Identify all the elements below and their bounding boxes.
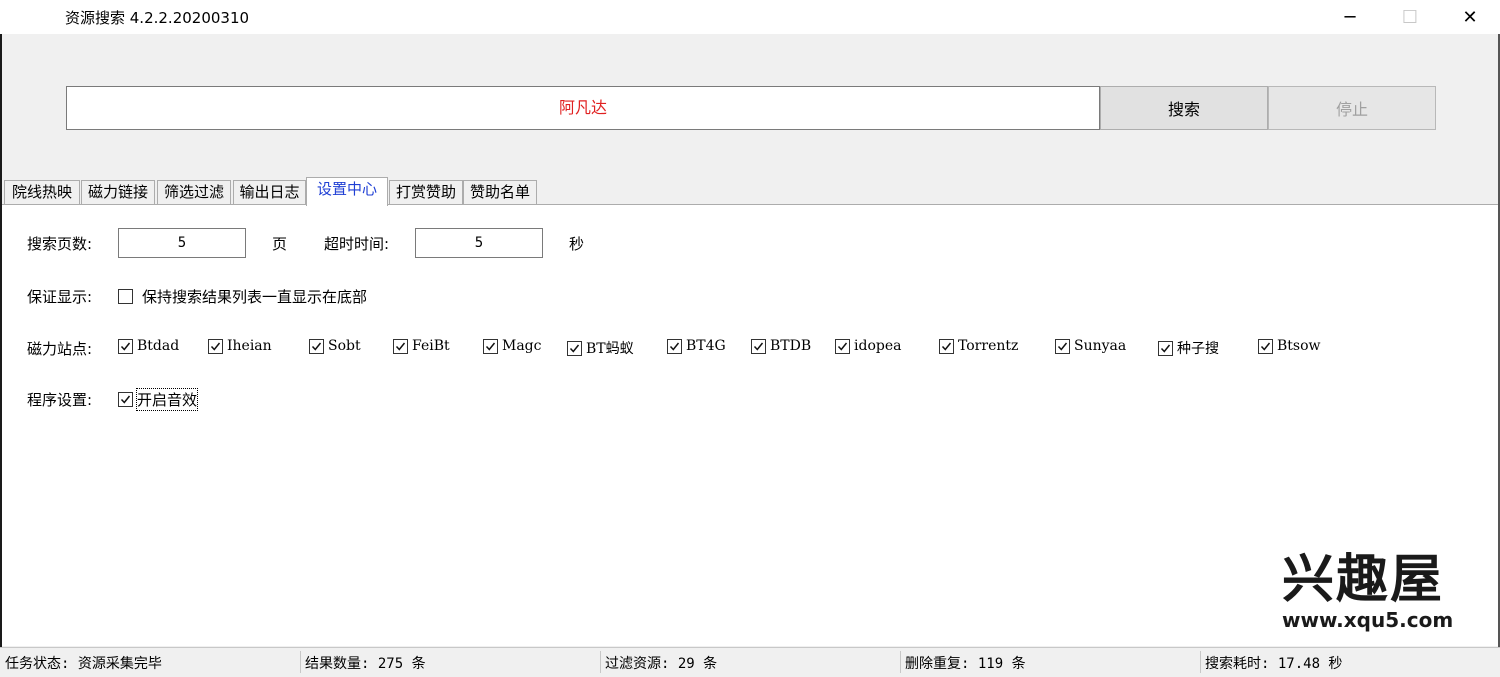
tab-5[interactable]: 设置中心	[306, 177, 388, 206]
checkbox-box	[939, 338, 954, 354]
checkbox-box	[835, 338, 850, 354]
status-task: 任务状态: 资源采集完毕	[5, 656, 162, 672]
status-filtered: 过滤资源: 29 条	[605, 656, 718, 672]
site-checkbox[interactable]: Sunyaa	[1055, 338, 1126, 354]
maximize-icon: ☐	[1401, 6, 1419, 28]
checkbox-box	[667, 338, 682, 354]
status-separator	[900, 651, 901, 673]
checkbox-box	[751, 338, 766, 354]
timeout-input[interactable]: 5	[415, 228, 543, 258]
sound-label: 开启音效	[135, 388, 199, 411]
status-separator	[1200, 651, 1201, 673]
checkbox-box	[393, 338, 408, 354]
status-separator	[600, 651, 601, 673]
minimize-icon: ─	[1344, 6, 1356, 28]
status-duplicates: 删除重复: 119 条	[905, 656, 1026, 672]
site-checkbox[interactable]: BT4G	[667, 338, 726, 354]
site-checkbox[interactable]: FeiBt	[393, 338, 450, 354]
site-checkbox[interactable]: BTDB	[751, 338, 811, 354]
status-separator	[300, 651, 301, 673]
tab-label: 赞助名单	[469, 183, 530, 201]
tab-6[interactable]: 打赏赞助	[389, 180, 463, 205]
checkbox-box	[309, 338, 324, 354]
site-label: BTDB	[770, 338, 812, 354]
tab-3[interactable]: 筛选过滤	[157, 180, 231, 205]
status-elapsed: 搜索耗时: 17.48 秒	[1205, 656, 1343, 672]
tab-label: 筛选过滤	[163, 183, 224, 201]
site-label: Btdad	[137, 338, 180, 354]
checkbox-box	[118, 338, 133, 354]
checkbox-box	[118, 392, 133, 407]
tab-label: 输出日志	[239, 183, 300, 201]
site-checkbox[interactable]: Btsow	[1258, 338, 1321, 354]
sound-checkbox[interactable]: 开启音效	[118, 388, 199, 411]
pages-input[interactable]: 5	[118, 228, 246, 258]
checkbox-box	[483, 338, 498, 354]
pages-label: 搜索页数:	[27, 235, 93, 253]
timeout-unit: 秒	[569, 235, 585, 253]
stop-button[interactable]: 停止	[1268, 86, 1436, 130]
tab-label: 设置中心	[316, 180, 377, 198]
keep-results-label: 保持搜索结果列表一直显示在底部	[142, 288, 368, 306]
site-label: BT蚂蚁	[586, 341, 634, 357]
sites-label: 磁力站点:	[27, 340, 93, 358]
tab-1[interactable]: 院线热映	[4, 180, 80, 205]
tab-4[interactable]: 输出日志	[233, 180, 306, 205]
tab-label: 院线热映	[11, 183, 72, 201]
pages-unit: 页	[272, 235, 288, 253]
site-checkbox[interactable]: BT蚂蚁	[567, 338, 634, 358]
site-label: 种子搜	[1177, 341, 1219, 357]
watermark: 兴趣屋 www.xqu5.com	[1282, 550, 1462, 632]
tab-label: 打赏赞助	[395, 183, 456, 201]
checkbox-box	[1055, 338, 1070, 354]
status-results: 结果数量: 275 条	[305, 656, 426, 672]
watermark-url: www.xqu5.com	[1282, 608, 1454, 632]
site-checkbox[interactable]: 种子搜	[1158, 338, 1219, 358]
watermark-logo: 兴趣屋	[1282, 550, 1445, 610]
checkbox-box	[208, 338, 223, 354]
tab-2[interactable]: 磁力链接	[81, 180, 155, 205]
site-label: idopea	[854, 338, 902, 354]
timeout-label: 超时时间:	[324, 235, 390, 253]
settings-panel: 搜索页数: 5 页 超时时间: 5 秒 保证显示: 保持搜索结果列表一直显示在底…	[2, 205, 1498, 646]
close-icon: ✕	[1462, 6, 1478, 28]
status-bar: 任务状态: 资源采集完毕 结果数量: 275 条 过滤资源: 29 条 删除重复…	[0, 647, 1500, 677]
site-checkbox[interactable]: Torrentz	[939, 338, 1018, 354]
title-bar: 资源搜索 4.2.2.20200310 ─ ☐ ✕	[0, 0, 1500, 34]
site-label: Btsow	[1277, 338, 1321, 354]
site-checkbox[interactable]: idopea	[835, 338, 901, 354]
site-checkbox[interactable]: Sobt	[309, 338, 361, 354]
site-label: Sunyaa	[1074, 338, 1127, 354]
site-label: BT4G	[686, 338, 726, 354]
checkbox-box	[1158, 340, 1173, 356]
site-checkbox[interactable]: Btdad	[118, 338, 179, 354]
checkbox-box	[567, 340, 582, 356]
program-label: 程序设置:	[27, 391, 93, 409]
checkbox-box	[118, 289, 133, 304]
maximize-button[interactable]: ☐	[1380, 0, 1440, 34]
site-label: Sobt	[328, 338, 361, 354]
site-label: Magc	[502, 338, 542, 354]
search-input[interactable]: 阿凡达	[66, 86, 1100, 130]
site-checkbox[interactable]: Iheian	[208, 338, 272, 354]
checkbox-box	[1258, 338, 1273, 354]
display-label: 保证显示:	[27, 288, 93, 306]
minimize-button[interactable]: ─	[1320, 0, 1380, 34]
site-label: Torrentz	[958, 338, 1019, 354]
window-title: 资源搜索 4.2.2.20200310	[65, 9, 250, 27]
tab-7[interactable]: 赞助名单	[463, 180, 537, 205]
search-button[interactable]: 搜索	[1100, 86, 1268, 130]
site-label: Iheian	[227, 338, 272, 354]
close-button[interactable]: ✕	[1440, 0, 1500, 34]
site-checkbox[interactable]: Magc	[483, 338, 541, 354]
site-label: FeiBt	[412, 338, 450, 354]
keep-results-checkbox[interactable]: 保持搜索结果列表一直显示在底部	[118, 286, 367, 307]
tab-label: 磁力链接	[87, 183, 148, 201]
